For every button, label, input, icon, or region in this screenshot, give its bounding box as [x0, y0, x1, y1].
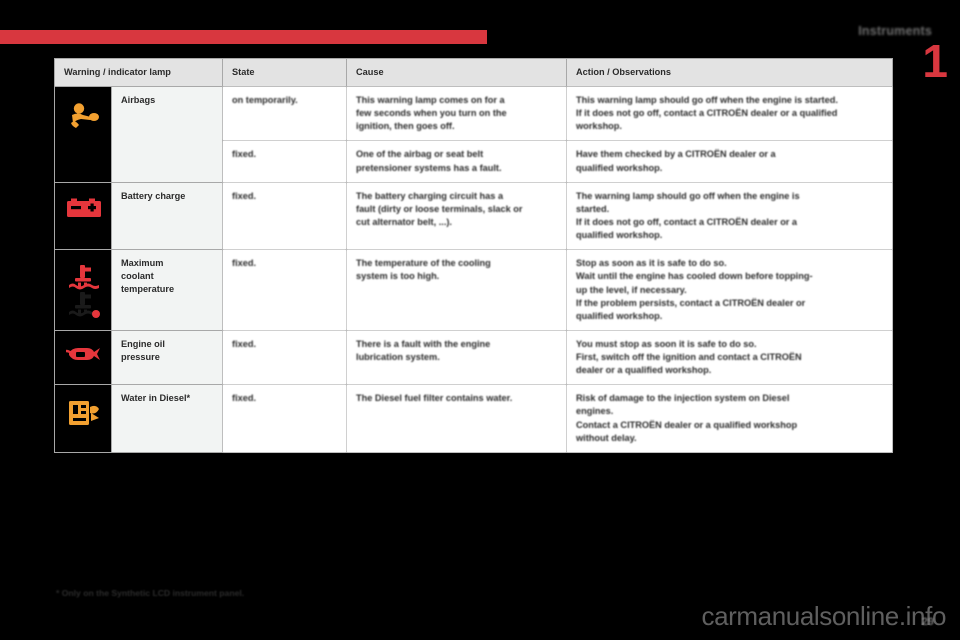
cause-text-line: The temperature of the cooling — [356, 258, 491, 269]
state-text: on temporarily. — [232, 95, 298, 106]
cause-text-line: One of the airbag or seat belt — [356, 149, 484, 160]
lamp-name-line: Maximum — [121, 258, 164, 269]
cause-text-line: system is too high. — [356, 271, 440, 282]
action-text-line: First, switch off the ignition and conta… — [576, 352, 802, 363]
cause-text-line: few seconds when you turn on the — [356, 108, 507, 119]
coolant-temperature-icon — [64, 257, 103, 322]
action-text-line: Contact a CITROËN dealer or a qualified … — [576, 419, 798, 430]
lamp-name-cell: Engine oil pressure — [110, 329, 224, 386]
battery-charge-icon — [64, 190, 103, 219]
action-text-line: If it does not go off, contact a CITROËN… — [576, 216, 798, 227]
cause-text-line: cut alternator belt, ...). — [356, 216, 452, 227]
action-text-line: If the problem persists, contact a CITRO… — [576, 297, 806, 308]
lamp-name-line: pressure — [121, 351, 160, 362]
action-text-line: qualified workshop. — [576, 310, 663, 321]
lamp-icon-cell — [54, 249, 112, 331]
engine-oil-pressure-icon — [64, 338, 103, 365]
column-header-warning-indicator-lamp: Warning / indicator lamp — [53, 57, 224, 88]
action-text-line: up the level, if necessary. — [576, 284, 687, 295]
state-text: fixed. — [232, 149, 257, 160]
lamp-icon-cell — [54, 384, 112, 453]
action-cell: Stop as soon as it is safe to do so. Wait… — [566, 249, 894, 331]
airbag-warning-icon — [64, 94, 103, 131]
lamp-name-cell: Airbags — [110, 86, 224, 183]
cause-text-line: The battery charging circuit has a — [356, 190, 504, 201]
cause-cell: There is a fault with the engine lubricat… — [346, 329, 568, 386]
state-cell: fixed. — [222, 384, 348, 453]
chapter-red-rule — [0, 30, 487, 44]
action-cell: You must stop as soon it is safe to do s… — [566, 329, 894, 386]
action-text-line: engines. — [576, 406, 614, 417]
action-text-line: If it does not go off, contact a CITROËN… — [576, 108, 838, 119]
action-text-line: Risk of damage to the injection system o… — [576, 393, 790, 404]
action-text-line: qualified workshop. — [576, 230, 663, 241]
lamp-name-line: coolant — [121, 271, 154, 282]
state-cell: on temporarily. — [222, 86, 348, 142]
page-root: Instruments 1 Warning / indicator lamp S… — [0, 0, 960, 640]
warning-lamp-table-wrapper: Warning / indicator lamp State Cause Act… — [53, 57, 894, 453]
table-row: Airbags on temporarily. This warning lamp … — [54, 86, 894, 183]
action-text-line: workshop. — [576, 121, 622, 132]
chapter-title: Instruments — [858, 24, 932, 38]
action-text-line: without delay. — [576, 432, 637, 443]
state-text: fixed. — [232, 258, 257, 269]
action-text-line: Wait until the engine has cooled down be… — [576, 271, 813, 282]
lamp-name-cell: Maximum coolant temperature — [110, 249, 224, 331]
lamp-icon-cell — [54, 181, 112, 251]
warning-lamp-table: Warning / indicator lamp State Cause Act… — [53, 57, 894, 453]
action-text-line: This warning lamp should go off when the… — [576, 95, 838, 106]
column-header-action-observations: Action / Observations — [566, 57, 894, 88]
action-text-line: qualified workshop. — [576, 162, 663, 173]
column-header-state: State — [222, 57, 348, 88]
cause-text-line: This warning lamp comes on for a — [356, 95, 505, 106]
action-cell: Risk of damage to the injection system o… — [566, 384, 894, 453]
table-row: Battery charge fixed. The battery charging… — [54, 181, 894, 251]
cause-cell: The Diesel fuel filter contains water. — [346, 384, 568, 453]
table-row: Maximum coolant temperature fixed. The tempe… — [54, 249, 894, 331]
cause-text-line: pretensioner systems has a fault. — [356, 162, 502, 173]
table-body: Airbags on temporarily. This warning lamp … — [54, 86, 894, 453]
state-text: fixed. — [232, 338, 257, 349]
cause-cell: The battery charging circuit has a fault … — [346, 181, 568, 251]
action-text-line: Have them checked by a CITROËN dealer or… — [576, 149, 776, 160]
table-header-row: Warning / indicator lamp State Cause Act… — [53, 57, 894, 88]
cause-text-line: There is a fault with the engine — [356, 338, 491, 349]
state-text: fixed. — [232, 190, 257, 201]
action-cell: Have them checked by a CITROËN dealer or… — [566, 140, 894, 183]
state-cell: fixed. — [222, 140, 348, 183]
table-row: Engine oil pressure fixed. There is a fault… — [54, 329, 894, 386]
lamp-name-line: Engine oil — [121, 338, 165, 349]
state-cell: fixed. — [222, 181, 348, 251]
action-text-line: The warning lamp should go off when the … — [576, 190, 800, 201]
state-text: fixed. — [232, 393, 257, 404]
state-cell: fixed. — [222, 249, 348, 331]
lamp-icon-cell — [54, 329, 112, 386]
action-text-line: started. — [576, 203, 610, 214]
lamp-name-cell: Battery charge — [110, 181, 224, 251]
action-text-line: Stop as soon as it is safe to do so. — [576, 258, 727, 269]
table-header: Warning / indicator lamp State Cause Act… — [53, 57, 894, 88]
state-cell: fixed. — [222, 329, 348, 386]
cause-text-line: lubrication system. — [356, 352, 440, 363]
footnote: * Only on the Synthetic LCD instrument p… — [56, 588, 245, 598]
cause-cell: The temperature of the cooling system is … — [346, 249, 568, 331]
chapter-number: 1 — [922, 35, 948, 87]
lamp-name-line: temperature — [121, 284, 175, 295]
cause-cell: This warning lamp comes on for a few seco… — [346, 86, 568, 142]
cause-text-line: ignition, then goes off. — [356, 121, 455, 132]
action-cell: This warning lamp should go off when the… — [566, 86, 894, 142]
action-text-line: dealer or a qualified workshop. — [576, 365, 712, 376]
action-text-line: You must stop as soon it is safe to do s… — [576, 338, 757, 349]
watermark: carmanualsonline.info — [701, 601, 946, 631]
lamp-name-cell: Water in Diesel* — [110, 384, 224, 453]
cause-text-line: fault (dirty or loose terminals, slack o… — [356, 203, 523, 214]
lamp-icon-cell — [54, 86, 112, 183]
table-row: Water in Diesel* fixed. The Diesel fuel fi… — [54, 384, 894, 453]
column-header-cause: Cause — [346, 57, 568, 88]
cause-cell: One of the airbag or seat belt pretension… — [346, 140, 568, 183]
cause-text-line: The Diesel fuel filter contains water. — [356, 393, 513, 404]
action-cell: The warning lamp should go off when the … — [566, 181, 894, 251]
water-in-diesel-icon — [64, 392, 103, 427]
